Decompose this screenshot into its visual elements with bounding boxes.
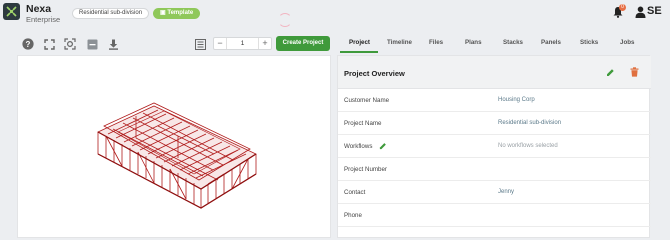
tab-files[interactable]: Files [429, 39, 443, 46]
workflows-value: No workflows selected [498, 143, 558, 149]
project-number-label: Project Number [344, 166, 387, 173]
customer-name-label: Customer Name [344, 97, 390, 104]
customer-name-row: Customer Name Housing Corp [338, 89, 651, 112]
loading-spinner [278, 13, 292, 27]
contact-row: Contact Jenny [338, 181, 651, 204]
edit-workflows-icon[interactable] [379, 142, 387, 150]
workflows-row: Workflows No workflows selected [338, 135, 651, 158]
edit-icon[interactable] [606, 68, 615, 77]
app-name: Nexa [26, 3, 52, 15]
tab-plans[interactable]: Plans [465, 39, 482, 46]
panel-title: Project Overview [344, 69, 405, 78]
logo-icon [6, 6, 17, 17]
model-viewer[interactable] [17, 55, 331, 238]
project-name-value: Residential sub-division [498, 120, 562, 126]
help-icon[interactable]: ? [22, 38, 34, 50]
list-view-icon[interactable] [194, 38, 206, 50]
increment-button[interactable]: + [258, 38, 271, 49]
tab-project[interactable]: Project [349, 39, 370, 46]
user-initials[interactable]: SE [647, 5, 662, 17]
tab-panels[interactable]: Panels [541, 39, 561, 46]
contact-label: Contact [344, 189, 366, 196]
contact-value: Jenny [498, 189, 515, 195]
tab-jobs[interactable]: Jobs [620, 39, 634, 46]
tab-stacks[interactable]: Stacks [503, 39, 523, 46]
customer-name-value: Housing Corp [498, 97, 535, 103]
quantity-stepper[interactable]: − 1 + [213, 37, 272, 50]
create-project-button[interactable]: Create Project [276, 36, 330, 51]
notification-badge: 0 [619, 4, 626, 11]
quantity-value[interactable]: 1 [227, 38, 258, 49]
delete-icon[interactable] [630, 67, 639, 77]
template-chip[interactable]: ▣ Template [153, 8, 201, 19]
fullscreen-icon[interactable] [43, 38, 55, 50]
project-chip[interactable]: Residential sub-division [72, 8, 150, 19]
tab-sticks[interactable]: Sticks [580, 39, 598, 46]
user-icon[interactable] [635, 6, 646, 18]
phone-label: Phone [344, 212, 362, 219]
tab-timeline[interactable]: Timeline [387, 39, 412, 46]
phone-row: Phone [338, 204, 651, 227]
app-edition: Enterprise [26, 15, 61, 24]
project-number-row: Project Number [338, 158, 651, 181]
app-logo[interactable] [3, 3, 20, 20]
house-frame-model[interactable] [18, 56, 332, 239]
decrement-button[interactable]: − [214, 38, 227, 49]
project-name-row: Project Name Residential sub-division [338, 112, 651, 135]
svg-text:?: ? [26, 40, 31, 49]
tab-bar: Project Timeline Files Plans Stacks Pane… [337, 32, 670, 54]
project-overview-panel: Project Overview Customer Name Housing C… [337, 55, 651, 238]
minimize-icon[interactable] [86, 38, 98, 50]
workflows-label: Workflows [344, 143, 373, 150]
app-header: Nexa Enterprise Residential sub-division… [0, 0, 670, 30]
fit-view-icon[interactable] [64, 38, 76, 50]
project-name-label: Project Name [344, 120, 382, 127]
template-label: Template [167, 10, 194, 16]
active-tab-indicator [340, 51, 378, 53]
download-icon[interactable] [107, 38, 119, 50]
panel-header: Project Overview [338, 56, 651, 89]
